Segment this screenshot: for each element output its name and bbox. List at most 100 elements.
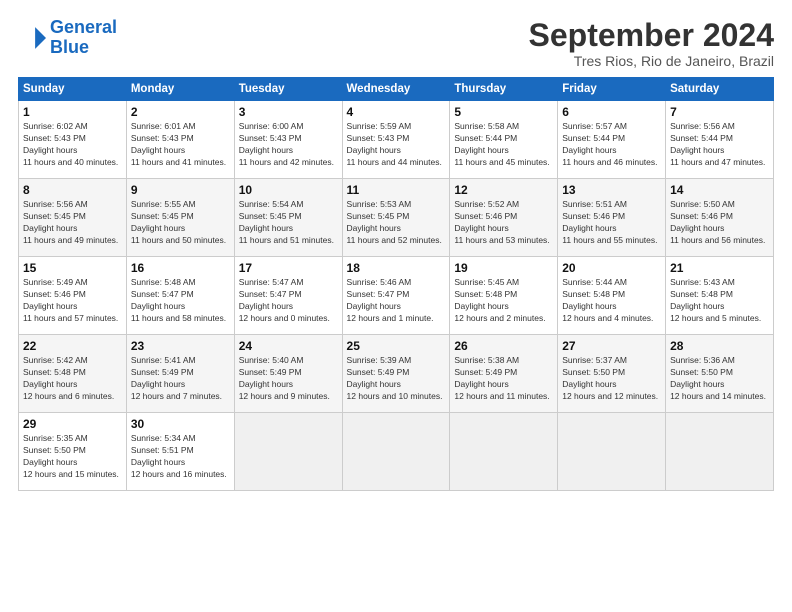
day-number: 6 <box>562 105 661 119</box>
day-detail: Sunrise: 5:34 AMSunset: 5:51 PMDaylight … <box>131 433 227 479</box>
day-cell: 16 Sunrise: 5:48 AMSunset: 5:47 PMDayligh… <box>126 257 234 335</box>
location: Tres Rios, Rio de Janeiro, Brazil <box>529 53 774 69</box>
day-detail: Sunrise: 5:42 AMSunset: 5:48 PMDaylight … <box>23 355 114 401</box>
day-cell: 21Sunrise: 5:43 AMSunset: 5:48 PMDayligh… <box>666 257 774 335</box>
day-cell: 19Sunrise: 5:45 AMSunset: 5:48 PMDayligh… <box>450 257 558 335</box>
day-detail: Sunrise: 5:35 AMSunset: 5:50 PMDaylight … <box>23 433 119 479</box>
col-header-thursday: Thursday <box>450 78 558 101</box>
day-cell: 10 Sunrise: 5:54 AMSunset: 5:45 PMDayligh… <box>234 179 342 257</box>
day-detail: Sunrise: 5:40 AMSunset: 5:49 PMDaylight … <box>239 355 330 401</box>
day-cell: 6 Sunrise: 5:57 AMSunset: 5:44 PMDaylight… <box>558 101 666 179</box>
day-cell: 24 Sunrise: 5:40 AMSunset: 5:49 PMDayligh… <box>234 335 342 413</box>
day-cell: 23Sunrise: 5:41 AMSunset: 5:49 PMDayligh… <box>126 335 234 413</box>
day-detail: Sunrise: 5:59 AMSunset: 5:43 PMDaylight … <box>347 121 442 167</box>
day-number: 22 <box>23 339 122 353</box>
day-cell: 3Sunrise: 6:00 AMSunset: 5:43 PMDaylight… <box>234 101 342 179</box>
day-cell: 29 Sunrise: 5:35 AMSunset: 5:50 PMDayligh… <box>19 413 127 491</box>
day-number: 5 <box>454 105 553 119</box>
day-cell: 20Sunrise: 5:44 AMSunset: 5:48 PMDayligh… <box>558 257 666 335</box>
day-number: 15 <box>23 261 122 275</box>
col-header-tuesday: Tuesday <box>234 78 342 101</box>
day-number: 4 <box>347 105 446 119</box>
day-cell: 18Sunrise: 5:46 AMSunset: 5:47 PMDayligh… <box>342 257 450 335</box>
day-cell <box>450 413 558 491</box>
day-detail: Sunrise: 5:58 AMSunset: 5:44 PMDaylight … <box>454 121 549 167</box>
day-cell: 11 Sunrise: 5:53 AMSunset: 5:45 PMDayligh… <box>342 179 450 257</box>
day-cell: 27 Sunrise: 5:37 AMSunset: 5:50 PMDayligh… <box>558 335 666 413</box>
day-cell: 5 Sunrise: 5:58 AMSunset: 5:44 PMDaylight… <box>450 101 558 179</box>
day-detail: Sunrise: 5:37 AMSunset: 5:50 PMDaylight … <box>562 355 658 401</box>
week-row-3: 15 Sunrise: 5:49 AMSunset: 5:46 PMDayligh… <box>19 257 774 335</box>
day-cell <box>666 413 774 491</box>
day-number: 21 <box>670 261 769 275</box>
day-cell: 30 Sunrise: 5:34 AMSunset: 5:51 PMDayligh… <box>126 413 234 491</box>
day-detail: Sunrise: 5:41 AMSunset: 5:49 PMDaylight … <box>131 355 222 401</box>
day-detail: Sunrise: 5:47 AMSunset: 5:47 PMDaylight … <box>239 277 330 323</box>
day-detail: Sunrise: 5:52 AMSunset: 5:46 PMDaylight … <box>454 199 549 245</box>
day-detail: Sunrise: 5:36 AMSunset: 5:50 PMDaylight … <box>670 355 766 401</box>
day-number: 7 <box>670 105 769 119</box>
col-header-wednesday: Wednesday <box>342 78 450 101</box>
day-cell: 7 Sunrise: 5:56 AMSunset: 5:44 PMDaylight… <box>666 101 774 179</box>
day-detail: Sunrise: 5:38 AMSunset: 5:49 PMDaylight … <box>454 355 549 401</box>
day-detail: Sunrise: 5:54 AMSunset: 5:45 PMDaylight … <box>239 199 334 245</box>
day-number: 9 <box>131 183 230 197</box>
day-number: 17 <box>239 261 338 275</box>
day-detail: Sunrise: 5:57 AMSunset: 5:44 PMDaylight … <box>562 121 657 167</box>
day-detail: Sunrise: 5:46 AMSunset: 5:47 PMDaylight … <box>347 277 434 323</box>
day-number: 1 <box>23 105 122 119</box>
month-title: September 2024 <box>529 18 774 53</box>
day-cell <box>342 413 450 491</box>
col-header-monday: Monday <box>126 78 234 101</box>
day-number: 29 <box>23 417 122 431</box>
logo: General Blue <box>18 18 117 58</box>
day-number: 10 <box>239 183 338 197</box>
calendar-table: SundayMondayTuesdayWednesdayThursdayFrid… <box>18 77 774 491</box>
title-area: September 2024 Tres Rios, Rio de Janeiro… <box>529 18 774 69</box>
day-detail: Sunrise: 5:48 AMSunset: 5:47 PMDaylight … <box>131 277 226 323</box>
day-cell: 4 Sunrise: 5:59 AMSunset: 5:43 PMDaylight… <box>342 101 450 179</box>
col-header-sunday: Sunday <box>19 78 127 101</box>
day-number: 11 <box>347 183 446 197</box>
day-detail: Sunrise: 5:55 AMSunset: 5:45 PMDaylight … <box>131 199 226 245</box>
day-number: 14 <box>670 183 769 197</box>
week-row-1: 1 Sunrise: 6:02 AMSunset: 5:43 PMDaylight… <box>19 101 774 179</box>
day-detail: Sunrise: 5:51 AMSunset: 5:46 PMDaylight … <box>562 199 657 245</box>
week-row-4: 22 Sunrise: 5:42 AMSunset: 5:48 PMDayligh… <box>19 335 774 413</box>
day-detail: Sunrise: 6:00 AMSunset: 5:43 PMDaylight … <box>239 121 334 167</box>
day-number: 30 <box>131 417 230 431</box>
col-header-friday: Friday <box>558 78 666 101</box>
day-detail: Sunrise: 5:49 AMSunset: 5:46 PMDaylight … <box>23 277 118 323</box>
logo-text: General Blue <box>50 18 117 58</box>
day-detail: Sunrise: 5:56 AMSunset: 5:45 PMDaylight … <box>23 199 118 245</box>
day-number: 2 <box>131 105 230 119</box>
day-cell: 26Sunrise: 5:38 AMSunset: 5:49 PMDayligh… <box>450 335 558 413</box>
day-number: 16 <box>131 261 230 275</box>
day-detail: Sunrise: 6:02 AMSunset: 5:43 PMDaylight … <box>23 121 118 167</box>
day-cell <box>234 413 342 491</box>
day-detail: Sunrise: 5:56 AMSunset: 5:44 PMDaylight … <box>670 121 765 167</box>
page: General Blue September 2024 Tres Rios, R… <box>0 0 792 612</box>
header-row: SundayMondayTuesdayWednesdayThursdayFrid… <box>19 78 774 101</box>
day-cell: 2 Sunrise: 6:01 AMSunset: 5:43 PMDaylight… <box>126 101 234 179</box>
day-number: 24 <box>239 339 338 353</box>
logo-line1: General <box>50 17 117 37</box>
day-cell: 13 Sunrise: 5:51 AMSunset: 5:46 PMDayligh… <box>558 179 666 257</box>
day-number: 8 <box>23 183 122 197</box>
day-number: 27 <box>562 339 661 353</box>
day-cell: 22 Sunrise: 5:42 AMSunset: 5:48 PMDayligh… <box>19 335 127 413</box>
day-detail: Sunrise: 6:01 AMSunset: 5:43 PMDaylight … <box>131 121 226 167</box>
day-cell: 28Sunrise: 5:36 AMSunset: 5:50 PMDayligh… <box>666 335 774 413</box>
day-detail: Sunrise: 5:53 AMSunset: 5:45 PMDaylight … <box>347 199 442 245</box>
day-number: 20 <box>562 261 661 275</box>
day-cell: 9 Sunrise: 5:55 AMSunset: 5:45 PMDaylight… <box>126 179 234 257</box>
week-row-2: 8 Sunrise: 5:56 AMSunset: 5:45 PMDaylight… <box>19 179 774 257</box>
day-number: 12 <box>454 183 553 197</box>
day-cell: 14Sunrise: 5:50 AMSunset: 5:46 PMDayligh… <box>666 179 774 257</box>
day-detail: Sunrise: 5:39 AMSunset: 5:49 PMDaylight … <box>347 355 443 401</box>
day-detail: Sunrise: 5:45 AMSunset: 5:48 PMDaylight … <box>454 277 545 323</box>
week-row-5: 29 Sunrise: 5:35 AMSunset: 5:50 PMDayligh… <box>19 413 774 491</box>
day-number: 13 <box>562 183 661 197</box>
day-cell: 15 Sunrise: 5:49 AMSunset: 5:46 PMDayligh… <box>19 257 127 335</box>
day-cell: 1 Sunrise: 6:02 AMSunset: 5:43 PMDaylight… <box>19 101 127 179</box>
